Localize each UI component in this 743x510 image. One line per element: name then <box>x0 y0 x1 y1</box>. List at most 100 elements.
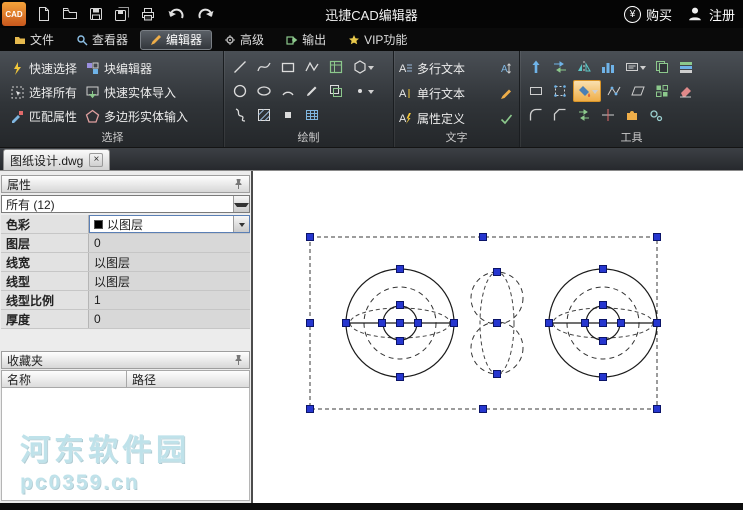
edit-text-button[interactable] <box>495 82 517 104</box>
array-button[interactable] <box>597 56 619 78</box>
draw-rectangle-button[interactable] <box>277 56 299 78</box>
color-combobox[interactable]: 以图层 <box>89 215 250 233</box>
mtext-button[interactable]: A多行文本 <box>398 56 495 80</box>
offset-button[interactable] <box>549 56 571 78</box>
quick-select-button[interactable]: 快速选择 <box>6 56 81 80</box>
dtext-button[interactable]: A单行文本 <box>398 81 495 105</box>
align-grid-button[interactable] <box>651 80 673 102</box>
copy-entity-button[interactable] <box>325 80 347 102</box>
tab-file[interactable]: 文件 <box>4 30 64 50</box>
print-button[interactable] <box>136 2 160 26</box>
draw-revcloud-button[interactable] <box>229 104 251 126</box>
dropdown-arrow-icon[interactable] <box>233 196 249 212</box>
new-file-button[interactable] <box>32 2 56 26</box>
draw-circle-button[interactable] <box>229 80 251 102</box>
dropdown-caret-icon <box>368 66 374 73</box>
draw-block-button[interactable] <box>349 56 377 78</box>
main-area: 属性 所有 (12) 色彩 以图层 图层 0 <box>0 171 743 503</box>
edit-polyline-button[interactable] <box>603 80 625 102</box>
fillet-button[interactable] <box>525 104 547 126</box>
buy-button[interactable]: ¥ 购买 <box>624 5 672 24</box>
draw-hatch-button[interactable] <box>253 104 275 126</box>
drawing-canvas[interactable] <box>253 171 743 503</box>
draw-point-button[interactable] <box>349 80 377 102</box>
fillet-icon <box>528 107 544 123</box>
tab-viewer[interactable]: 查看器 <box>66 30 138 50</box>
polygon-input-icon <box>85 109 100 124</box>
attribute-define-icon: A <box>398 111 413 126</box>
dropdown-arrow-icon[interactable] <box>233 216 249 232</box>
save-all-button[interactable] <box>110 2 134 26</box>
insert-plugin-button[interactable] <box>621 104 643 126</box>
draw-table-button[interactable] <box>301 104 323 126</box>
paint-bucket-icon <box>577 84 591 98</box>
register-label: 注册 <box>709 5 735 24</box>
rectangle-tool-button[interactable] <box>525 80 547 102</box>
tab-editor[interactable]: 编辑器 <box>140 30 212 50</box>
mirror-button[interactable] <box>573 56 595 78</box>
tab-output[interactable]: 输出 <box>276 30 336 50</box>
trim-icon <box>600 107 616 123</box>
draw-sketch-button[interactable] <box>301 80 323 102</box>
open-file-button[interactable] <box>58 2 82 26</box>
gear-icon <box>224 34 236 46</box>
shear-button[interactable] <box>627 80 649 102</box>
block-editor-button[interactable]: 块编辑器 <box>81 56 192 80</box>
draw-line-button[interactable] <box>229 56 251 78</box>
pin-icon[interactable] <box>233 354 244 366</box>
settings-button[interactable] <box>645 104 667 126</box>
column-header-path[interactable]: 路径 <box>126 370 250 388</box>
polygon-entity-input-button[interactable]: 多边形实体输入 <box>81 104 192 128</box>
explode-icon <box>552 83 568 99</box>
move-button[interactable] <box>525 56 547 78</box>
yen-icon: ¥ <box>624 6 641 23</box>
quick-access-toolbar <box>32 2 220 26</box>
dropdown-caret-icon <box>640 66 646 73</box>
insert-table-button[interactable] <box>325 56 347 78</box>
register-button[interactable]: 注册 <box>686 5 735 24</box>
select-all-button[interactable]: 选择所有 <box>6 80 81 104</box>
printer-icon <box>140 6 156 22</box>
status-strip <box>0 503 743 510</box>
document-tab[interactable]: 图纸设计.dwg × <box>3 149 110 170</box>
text-style-button[interactable]: A <box>495 57 517 79</box>
close-icon[interactable]: × <box>89 153 103 167</box>
tab-vip[interactable]: VIP功能 <box>338 30 417 50</box>
draw-polyline-button[interactable] <box>301 56 323 78</box>
redo-button[interactable] <box>192 2 220 26</box>
explode-button[interactable] <box>549 80 571 102</box>
property-name: 线宽 <box>1 253 89 271</box>
property-value[interactable]: 0 <box>89 310 250 328</box>
draw-spline-button[interactable] <box>253 56 275 78</box>
filter-dropdown[interactable]: 所有 (12) <box>1 195 250 213</box>
draw-arc-button[interactable] <box>277 80 299 102</box>
tab-advanced[interactable]: 高级 <box>214 30 274 50</box>
property-value[interactable]: 以图层 <box>89 253 250 271</box>
left-panel: 属性 所有 (12) 色彩 以图层 图层 0 <box>0 171 253 503</box>
match-properties-button[interactable]: 匹配属性 <box>6 104 81 128</box>
trim-button[interactable] <box>597 104 619 126</box>
favorites-list[interactable] <box>1 388 250 501</box>
properties-header: 属性 <box>1 175 250 193</box>
property-value[interactable]: 1 <box>89 291 250 309</box>
ribbon-group-draw: 绘制 <box>224 51 394 147</box>
undo-button[interactable] <box>162 2 190 26</box>
property-value[interactable]: 以图层 <box>89 272 250 290</box>
property-value[interactable]: 0 <box>89 234 250 252</box>
color-fill-button[interactable] <box>573 80 601 102</box>
draw-ellipse-button[interactable] <box>253 80 275 102</box>
attribute-define-button[interactable]: A属性定义 <box>398 106 495 130</box>
pin-icon[interactable] <box>233 178 244 190</box>
copy-button[interactable] <box>651 56 673 78</box>
stretch-button[interactable] <box>573 104 595 126</box>
save-button[interactable] <box>84 2 108 26</box>
chamfer-button[interactable] <box>549 104 571 126</box>
spell-check-button[interactable] <box>495 107 517 129</box>
viewer-icon <box>76 34 88 46</box>
quick-entity-import-button[interactable]: 快速实体导入 <box>81 80 192 104</box>
scale-list-button[interactable] <box>621 56 649 78</box>
draw-solid-button[interactable] <box>277 104 299 126</box>
erase-button[interactable] <box>675 80 697 102</box>
group-button[interactable] <box>675 56 697 78</box>
column-header-name[interactable]: 名称 <box>1 370 126 388</box>
